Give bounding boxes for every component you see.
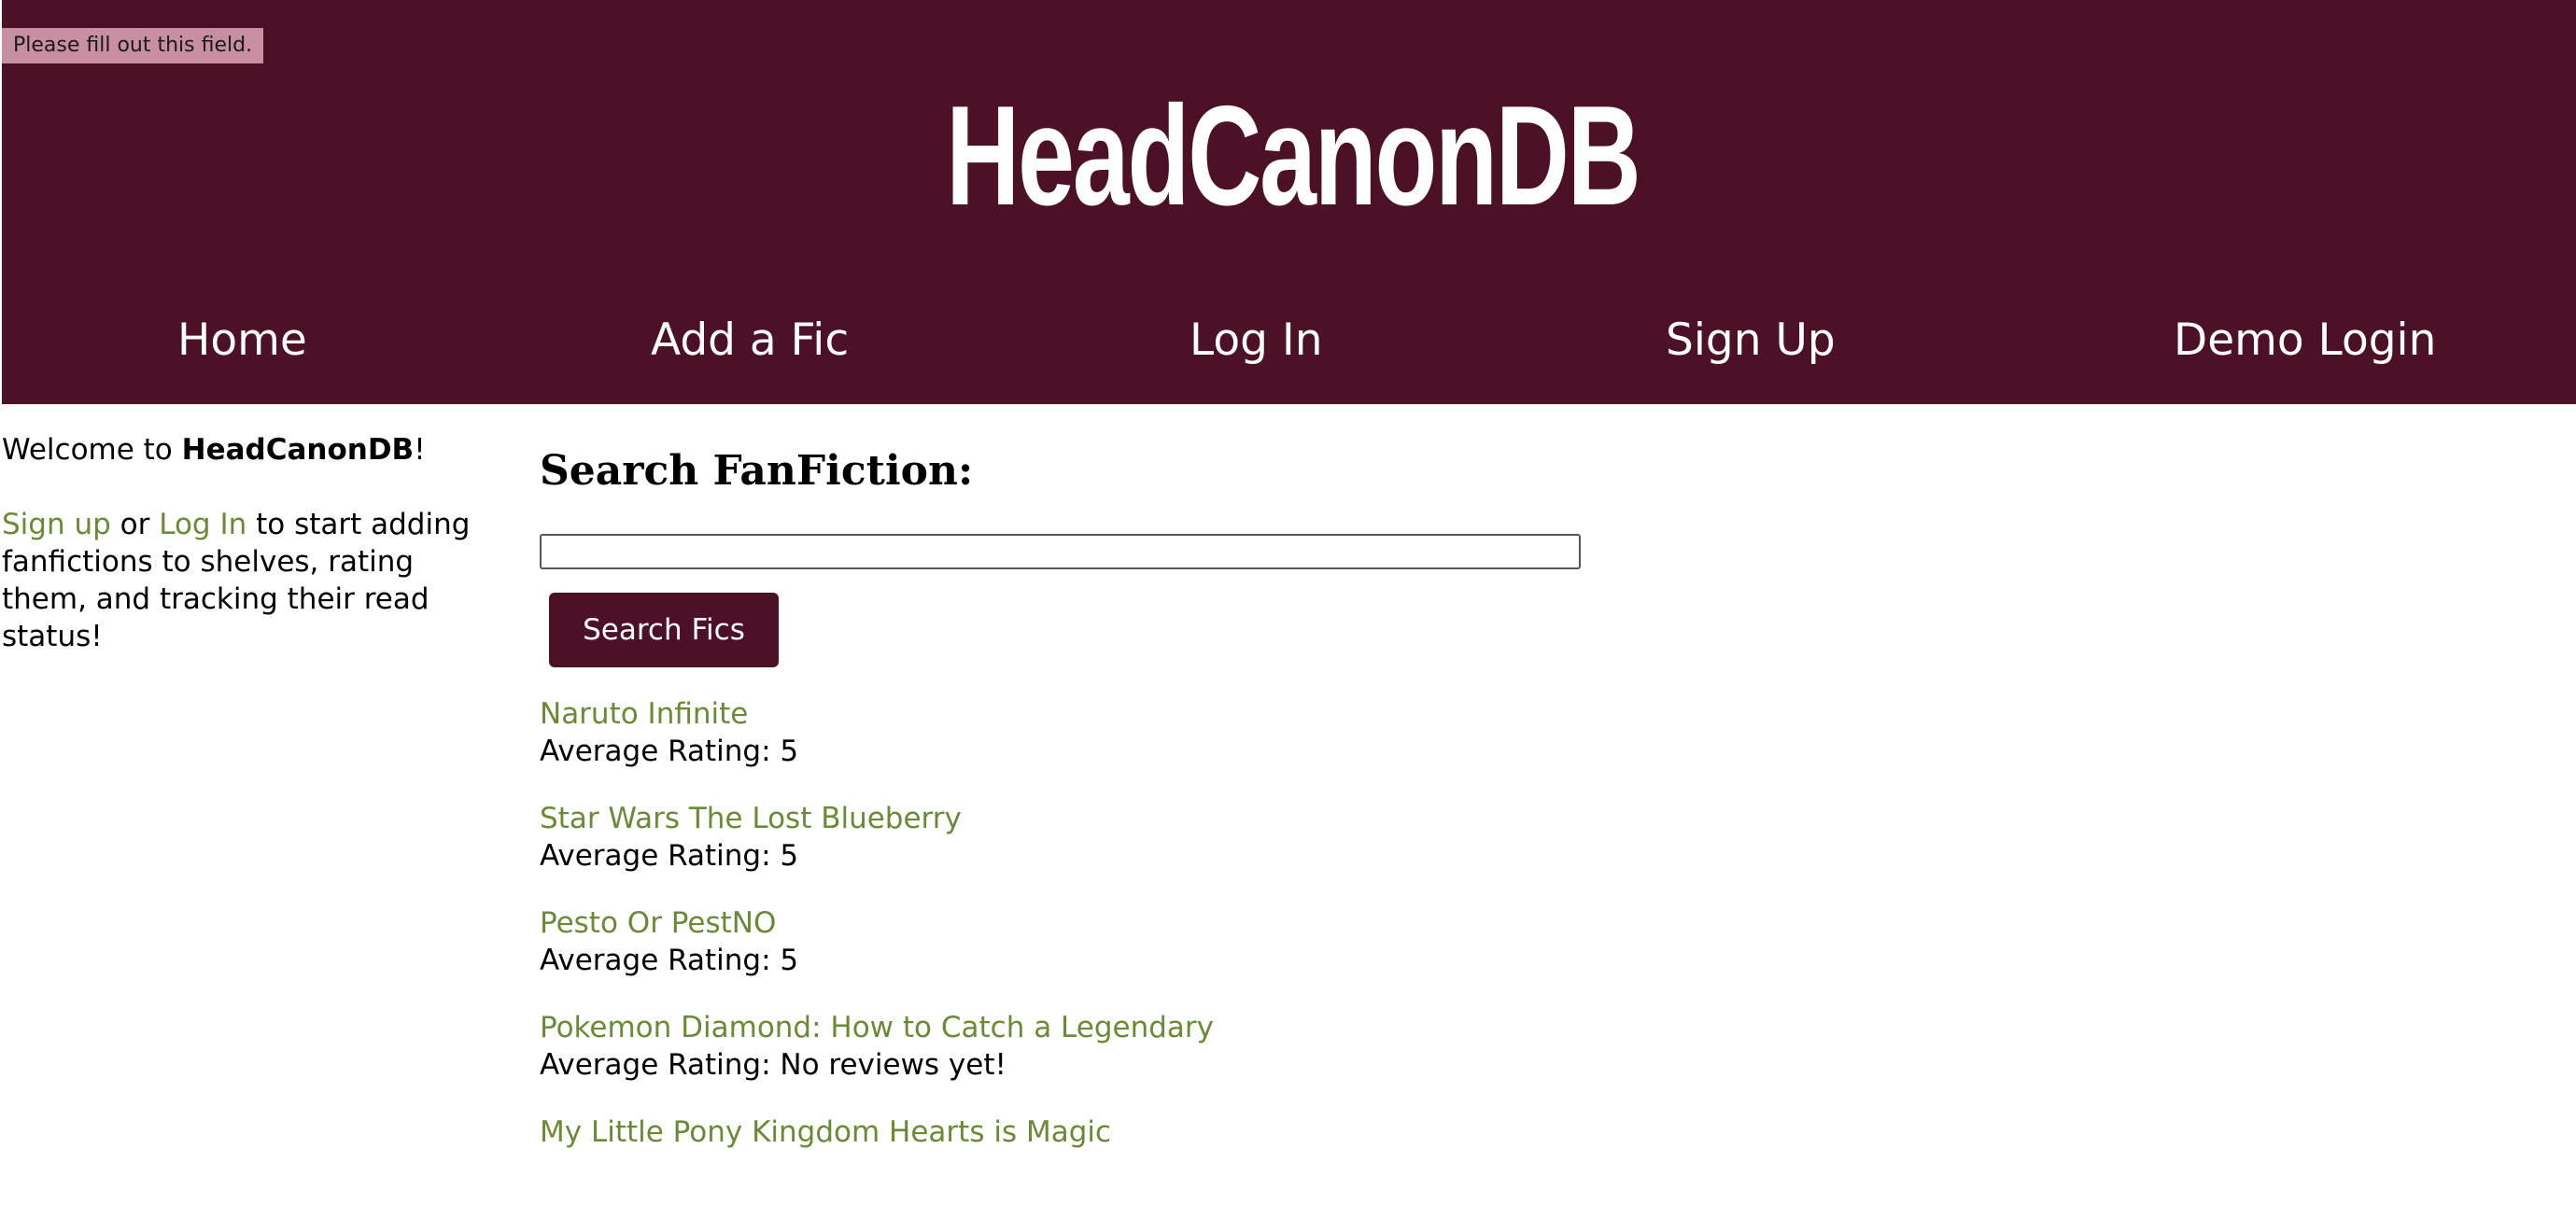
nav-sign-up[interactable]: Sign Up xyxy=(1666,308,1836,373)
site-title[interactable]: HeadCanonDB xyxy=(365,77,2219,235)
fic-title-link[interactable]: Naruto Infinite xyxy=(540,695,1660,733)
list-item: Star Wars The Lost Blueberry Average Rat… xyxy=(540,800,1660,904)
fic-title-link[interactable]: My Little Pony Kingdom Hearts is Magic xyxy=(540,1113,1660,1151)
fic-rating: Average Rating: 5 xyxy=(540,944,799,977)
sidebar-signup-link[interactable]: Sign up xyxy=(2,508,111,541)
validation-tooltip: Please fill out this field. xyxy=(2,28,264,63)
fic-title-link[interactable]: Pesto Or PestNO xyxy=(540,904,1660,942)
list-item: Pokemon Diamond: How to Catch a Legendar… xyxy=(540,1009,1660,1113)
main-content: Search FanFiction: Search Fics Naruto In… xyxy=(540,439,1660,1149)
welcome-brand: HeadCanonDB xyxy=(181,433,415,467)
search-input[interactable] xyxy=(540,534,1581,569)
results-list: Naruto Infinite Average Rating: 5 Star W… xyxy=(540,695,1660,1218)
fic-title-link[interactable]: Star Wars The Lost Blueberry xyxy=(540,800,1660,837)
welcome-suffix: ! xyxy=(414,433,426,467)
nav-home[interactable]: Home xyxy=(177,308,307,373)
or-text: or xyxy=(110,508,160,541)
list-item: Pesto Or PestNO Average Rating: 5 xyxy=(540,904,1660,1009)
fic-rating: Average Rating: 5 xyxy=(540,839,799,873)
signup-prompt: Sign up or Log In to start adding fanfic… xyxy=(2,506,487,655)
nav-log-in[interactable]: Log In xyxy=(1189,308,1323,373)
sidebar: Welcome to HeadCanonDB! Sign up or Log I… xyxy=(2,431,487,655)
welcome-message: Welcome to HeadCanonDB! xyxy=(2,431,487,469)
welcome-prefix: Welcome to xyxy=(2,433,182,467)
fic-title-link[interactable]: Pokemon Diamond: How to Catch a Legendar… xyxy=(540,1009,1660,1046)
fic-rating: Average Rating: 5 xyxy=(540,735,799,768)
nav-demo-login[interactable]: Demo Login xyxy=(2174,308,2436,373)
site-header: HeadCanonDB Home Add a Fic Log In Sign U… xyxy=(2,0,2576,404)
list-item: My Little Pony Kingdom Hearts is Magic xyxy=(540,1113,1660,1218)
sidebar-login-link[interactable]: Log In xyxy=(159,508,246,541)
fic-rating: Average Rating: No reviews yet! xyxy=(540,1048,1006,1082)
search-heading: Search FanFiction: xyxy=(540,447,974,495)
list-item: Naruto Infinite Average Rating: 5 xyxy=(540,695,1660,800)
search-fics-button[interactable]: Search Fics xyxy=(549,593,779,667)
nav-add-fic[interactable]: Add a Fic xyxy=(651,308,849,373)
